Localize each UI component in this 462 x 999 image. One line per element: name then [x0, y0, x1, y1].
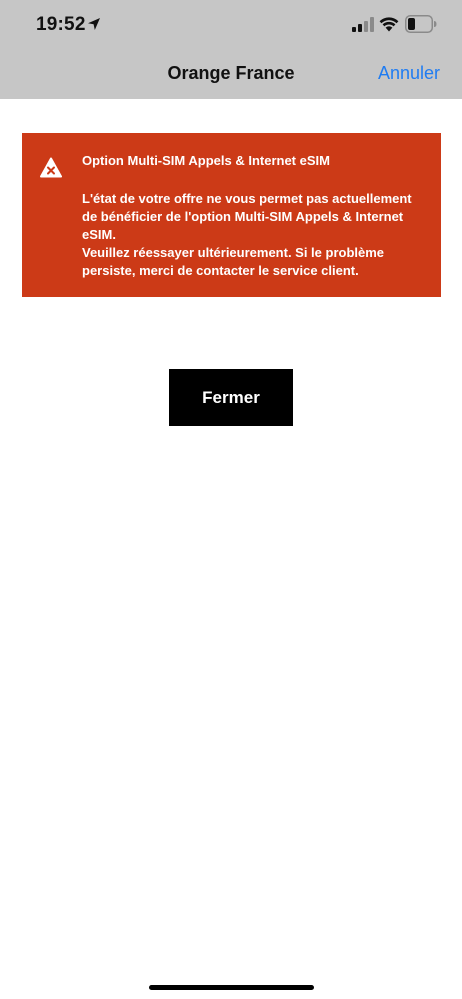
battery-icon	[405, 15, 437, 33]
cellular-signal-icon	[352, 17, 374, 32]
close-button[interactable]: Fermer	[169, 369, 293, 426]
home-indicator[interactable]	[149, 985, 314, 990]
alert-title: Option Multi-SIM Appels & Internet eSIM	[82, 153, 330, 168]
error-warning-icon	[40, 157, 62, 178]
top-bar: 19:52 Orange France Annuler	[0, 0, 462, 99]
error-alert: Option Multi-SIM Appels & Internet eSIM …	[22, 133, 441, 297]
alert-message-line: L'état de votre offre ne vous permet pas…	[82, 191, 412, 242]
alert-message-line: Veuillez réessayer ultérieurement. Si le…	[82, 245, 385, 278]
location-arrow-icon	[88, 18, 100, 30]
cancel-button[interactable]: Annuler	[378, 63, 440, 84]
alert-message: L'état de votre offre ne vous permet pas…	[82, 190, 427, 280]
status-time: 19:52	[36, 14, 86, 35]
wifi-icon	[379, 17, 399, 32]
status-bar: 19:52	[0, 0, 462, 52]
